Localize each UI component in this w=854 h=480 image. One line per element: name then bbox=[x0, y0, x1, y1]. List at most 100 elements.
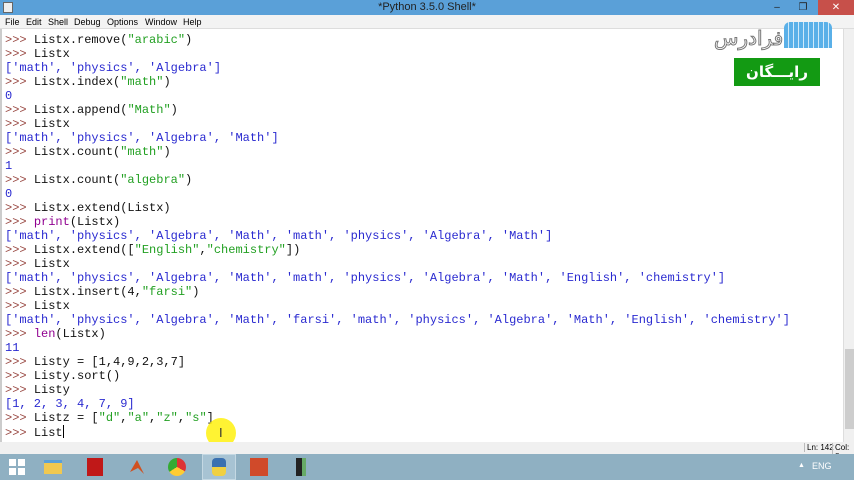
menu-options[interactable]: Options bbox=[107, 17, 138, 27]
shell-line: >>> Listy bbox=[5, 383, 790, 397]
shell-code: "algebra" bbox=[120, 173, 186, 187]
shell-code: List bbox=[33, 426, 63, 440]
scrollbar-thumb[interactable] bbox=[845, 349, 854, 429]
shell-code: Listx.insert(4, bbox=[33, 285, 142, 299]
powerpoint-button[interactable] bbox=[242, 454, 276, 480]
shell-code: (Listx) bbox=[55, 327, 106, 341]
shell-code: "arabic" bbox=[127, 33, 186, 47]
shell-code: "a" bbox=[127, 411, 150, 425]
window-title: *Python 3.5.0 Shell* bbox=[378, 1, 476, 13]
shell-line: 11 bbox=[5, 341, 790, 355]
shell-code: ) bbox=[192, 285, 200, 299]
chrome-icon bbox=[168, 458, 186, 476]
shell-result: 0 bbox=[5, 89, 13, 103]
shell-text-area[interactable]: >>> Listx.remove("arabic") >>> Listx ['mat… bbox=[0, 29, 843, 442]
title-bar: *Python 3.5.0 Shell* – ❐ ✕ bbox=[0, 0, 854, 15]
language-indicator[interactable]: ENG bbox=[812, 461, 832, 471]
tray-arrow-icon[interactable]: ▲ bbox=[798, 462, 805, 469]
shell-code: ) bbox=[163, 75, 171, 89]
shell-line: >>> print(Listx) bbox=[5, 215, 790, 229]
shell-line: >>> Listx.count("algebra") bbox=[5, 173, 790, 187]
shell-line: ['math', 'physics', 'Algebra', 'Math', '… bbox=[5, 229, 790, 243]
shell-prompt: >>> bbox=[5, 75, 34, 89]
acrobat-button[interactable] bbox=[78, 454, 112, 480]
shell-code: ) bbox=[170, 103, 178, 117]
acrobat-icon bbox=[87, 458, 103, 476]
shell-code: "d" bbox=[98, 411, 121, 425]
shell-code: , bbox=[199, 243, 207, 257]
shell-code: "z" bbox=[156, 411, 178, 425]
shell-line: ['math', 'physics', 'Algebra'] bbox=[5, 61, 790, 75]
shell-prompt: >>> bbox=[5, 201, 34, 215]
shell-line: 1 bbox=[5, 159, 790, 173]
shell-result: 1 bbox=[5, 159, 13, 173]
shell-code: Listx bbox=[33, 257, 70, 271]
shell-line: 0 bbox=[5, 89, 790, 103]
menu-debug[interactable]: Debug bbox=[74, 17, 101, 27]
shell-line: 0 bbox=[5, 187, 790, 201]
shell-line: >>> Listx bbox=[5, 257, 790, 271]
shell-prompt: >>> bbox=[5, 173, 34, 187]
minimize-button[interactable]: – bbox=[764, 0, 790, 15]
shell-code: (Listx) bbox=[69, 215, 121, 229]
close-button[interactable]: ✕ bbox=[818, 0, 854, 15]
camtasia-button[interactable] bbox=[284, 454, 318, 480]
shell-prompt: >>> bbox=[5, 383, 34, 397]
shell-code: Listx.count( bbox=[33, 145, 121, 159]
shell-result: ['math', 'physics', 'Algebra', 'Math', '… bbox=[5, 271, 726, 285]
shell-code: print bbox=[33, 215, 70, 229]
status-bar: Ln: 142 Col: 8 bbox=[0, 442, 854, 461]
shell-code: Listz = [ bbox=[33, 411, 99, 425]
menu-shell[interactable]: Shell bbox=[48, 17, 68, 27]
shell-code: ) bbox=[163, 145, 171, 159]
shell-output: >>> Listx.remove("arabic") >>> Listx ['mat… bbox=[5, 33, 790, 440]
shell-prompt: >>> bbox=[5, 47, 34, 61]
shell-code: len bbox=[33, 327, 56, 341]
shell-code: Listx.remove( bbox=[33, 33, 128, 47]
chrome-button[interactable] bbox=[160, 454, 194, 480]
menu-help[interactable]: Help bbox=[183, 17, 202, 27]
shell-prompt: >>> bbox=[5, 369, 34, 383]
taskbar: ▲ ENG bbox=[0, 454, 854, 480]
shell-line: ['math', 'physics', 'Algebra', 'Math', '… bbox=[5, 271, 790, 285]
shell-code: , bbox=[177, 411, 186, 425]
shell-result: 0 bbox=[5, 187, 13, 201]
shell-code: Listx.append( bbox=[33, 103, 128, 117]
shell-code: ]) bbox=[285, 243, 301, 257]
shell-line: >>> List bbox=[5, 425, 790, 440]
menu-edit[interactable]: Edit bbox=[26, 17, 42, 27]
windows-icon bbox=[9, 459, 25, 475]
shell-code: "Math" bbox=[127, 103, 171, 117]
menu-window[interactable]: Window bbox=[145, 17, 177, 27]
python-button[interactable] bbox=[202, 454, 236, 480]
shell-prompt: >>> bbox=[5, 355, 34, 369]
shell-prompt: >>> bbox=[5, 33, 34, 47]
folder-icon bbox=[44, 460, 62, 474]
shell-code: Listx bbox=[33, 117, 70, 131]
shell-prompt: >>> bbox=[5, 299, 34, 313]
shell-code: Listy = [1,4,9,2,3,7] bbox=[33, 355, 186, 369]
start-button[interactable] bbox=[0, 454, 34, 480]
shell-line: [1, 2, 3, 4, 7, 9] bbox=[5, 397, 790, 411]
shell-code: Listy bbox=[33, 383, 70, 397]
maximize-button[interactable]: ❐ bbox=[790, 0, 816, 15]
recorder-icon bbox=[296, 458, 306, 476]
shell-prompt: >>> bbox=[5, 117, 34, 131]
shell-prompt: >>> bbox=[5, 327, 34, 341]
shell-result: [1, 2, 3, 4, 7, 9] bbox=[5, 397, 135, 411]
vertical-scrollbar[interactable] bbox=[843, 29, 854, 442]
free-badge: رایـــگان bbox=[734, 58, 820, 86]
shell-line: >>> Listy = [1,4,9,2,3,7] bbox=[5, 355, 790, 369]
file-explorer-button[interactable] bbox=[36, 454, 70, 480]
shell-code: ) bbox=[185, 173, 193, 187]
menu-file[interactable]: File bbox=[5, 17, 20, 27]
shell-code: Listx bbox=[33, 47, 70, 61]
matlab-button[interactable] bbox=[120, 454, 154, 480]
shell-code: Listx bbox=[33, 299, 70, 313]
shell-prompt: >>> bbox=[5, 411, 34, 425]
shell-code: "farsi" bbox=[141, 285, 193, 299]
shell-code: Listx.index( bbox=[33, 75, 121, 89]
shell-line: >>> Listx.extend(Listx) bbox=[5, 201, 790, 215]
shell-code: ) bbox=[185, 33, 193, 47]
shell-line: >>> Listx.count("math") bbox=[5, 145, 790, 159]
